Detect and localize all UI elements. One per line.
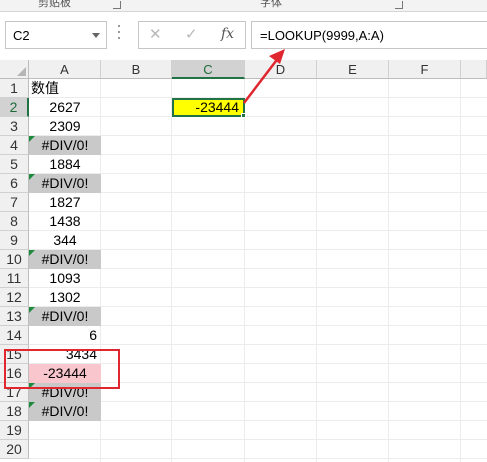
arrow-head	[269, 49, 285, 64]
arrow-shaft	[243, 56, 280, 104]
annotation-arrow	[243, 49, 285, 104]
